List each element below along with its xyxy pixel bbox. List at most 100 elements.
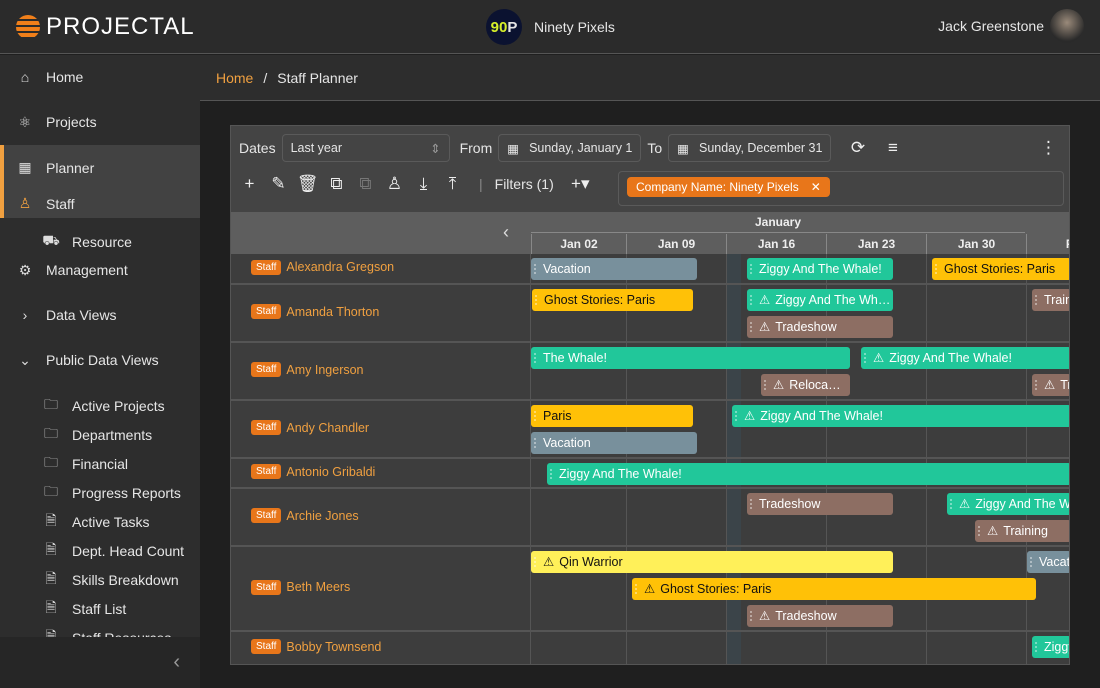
booking-bar[interactable]: ⚠ Tr	[1032, 374, 1069, 396]
staff-row: Staff Amanda Thorton Ghost Stories: Paris ⚠…	[231, 285, 1069, 343]
app-logo[interactable]: Projectal	[16, 13, 195, 41]
booking-bar[interactable]: Vacation	[531, 258, 697, 280]
sidebar-item-active-projects[interactable]: 🗀 Active Projects	[0, 391, 200, 420]
sidebar-item-planner[interactable]: ▦ Planner	[0, 145, 200, 190]
dates-select[interactable]: Last year ⇕	[281, 134, 450, 162]
booking-bar[interactable]: ⚠ Training	[975, 520, 1069, 542]
booking-bar[interactable]: ⚠ Qin Warrior	[531, 551, 893, 573]
planner-grid: ‹ January Jan 02 Jan 09 Jan 16 Jan 23 Jan 30…	[231, 212, 1070, 664]
booking-bar[interactable]: ⚠ Ziggy And The Wh	[947, 493, 1070, 515]
booking-bar[interactable]: Ghost Stories: Paris	[932, 258, 1069, 280]
booking-bar[interactable]: Ziggy And The Whale!	[747, 258, 893, 280]
sidebar-item-skills-breakdown[interactable]: 🗎 Skills Breakdown	[0, 565, 200, 594]
refresh-icon[interactable]: ⟳	[843, 138, 872, 158]
booking-bar[interactable]: Vacation	[531, 432, 697, 454]
filter-chip[interactable]: Company Name: Ninety Pixels ✕	[627, 177, 830, 197]
more-options-icon[interactable]: ⋮	[1034, 138, 1063, 158]
sidebar-item-data-views[interactable]: › Data Views	[0, 293, 200, 337]
globe-logo-icon	[16, 15, 40, 39]
sidebar-item-departments[interactable]: 🗀 Departments	[0, 420, 200, 449]
filters-label[interactable]: Filters (1)	[495, 176, 554, 192]
booking-bar[interactable]: Paris	[531, 405, 693, 427]
grid-line	[926, 285, 927, 341]
export-icon[interactable]: ⤒	[438, 174, 467, 194]
sidebar-item-label: Planner	[46, 159, 95, 176]
breadcrumb-home-link[interactable]: Home	[216, 70, 253, 86]
booking-bar[interactable]: ⚠ Ziggy And The Whale!	[732, 405, 1069, 427]
collapse-sidebar-button[interactable]: ‹	[0, 637, 200, 688]
booking-bar[interactable]: Ghost Stories: Paris	[532, 289, 693, 311]
sidebar-item-public-data-views[interactable]: ⌄ Public Data Views	[0, 338, 200, 382]
from-date-field[interactable]: ▦ Sunday, January 1	[498, 134, 642, 162]
paste-icon: ⧉	[359, 174, 372, 193]
booking-label: Ziggy And The Wh	[975, 497, 1070, 511]
sidebar-item-dept-head-count[interactable]: 🗎 Dept. Head Count	[0, 536, 200, 565]
staff-row: Staff Andy Chandler Paris ⚠ Ziggy And The Wh…	[231, 401, 1069, 459]
staff-name[interactable]: Staff Archie Jones	[251, 508, 359, 523]
filter-bar[interactable]: Company Name: Ninety Pixels ✕	[618, 171, 1064, 206]
staff-name[interactable]: Staff Alexandra Gregson	[251, 259, 394, 275]
week-label: Jan 16	[726, 234, 826, 254]
booking-bar[interactable]: Tradeshow	[747, 493, 893, 515]
staff-name[interactable]: Staff Amy Ingerson	[251, 362, 364, 377]
booking-bar[interactable]: Vacat	[1027, 551, 1069, 573]
staff-name-text: Andy Chandler	[286, 420, 370, 435]
booking-bar[interactable]: The Whale!	[531, 347, 850, 369]
menu-icon[interactable]: ≡	[878, 138, 907, 158]
projects-icon: ⚛	[18, 113, 32, 130]
booking-bar[interactable]: ⚠ Ghost Stories: Paris	[632, 578, 1036, 600]
booking-bar[interactable]: ⚠ Reloca…	[761, 374, 850, 396]
org-switcher[interactable]: 90 P Ninety Pixels	[486, 9, 615, 45]
sidebar-item-staff-list[interactable]: 🗎 Staff List	[0, 594, 200, 623]
to-date-field[interactable]: ▦ Sunday, December 31	[668, 134, 832, 162]
booking-label: Ziggy And The Whale!	[760, 409, 883, 423]
staff-badge: Staff	[251, 259, 282, 275]
booking-bar[interactable]: ⚠ Ziggy And The Wh…	[747, 289, 893, 311]
sidebar-item-home[interactable]: ⌂ Home	[0, 55, 200, 99]
staff-planner-panel: Dates Last year ⇕ From ▦ Sunday, January 1…	[230, 125, 1070, 665]
staff-name[interactable]: Staff Antonio Gribaldi	[251, 464, 375, 479]
sidebar-item-staff[interactable]: ♙ Staff	[0, 189, 200, 218]
delete-icon[interactable]: 🗑	[293, 174, 322, 194]
grid-line	[726, 489, 727, 545]
sidebar-item-active-tasks[interactable]: 🗎 Active Tasks	[0, 507, 200, 536]
staff-name[interactable]: Staff Amanda Thorton	[251, 304, 379, 319]
copy-icon[interactable]: ⧉	[322, 174, 351, 194]
booking-bar[interactable]: Train	[1032, 289, 1069, 311]
staff-icon[interactable]: ♙	[380, 174, 409, 194]
warning-icon: ⚠	[1044, 378, 1056, 392]
booking-bar[interactable]: ⚠ Tradeshow	[747, 316, 893, 338]
doc-icon: 🗎	[45, 598, 57, 615]
add-icon[interactable]: +	[235, 174, 264, 194]
booking-bar[interactable]: Ziggy	[1032, 636, 1069, 658]
grid-line	[726, 632, 727, 664]
sidebar-item-label: Financial	[72, 455, 129, 472]
sidebar-item-projects[interactable]: ⚛ Projects	[0, 100, 200, 144]
booking-bar[interactable]: ⚠ Tradeshow	[747, 605, 893, 627]
booking-bar[interactable]: ⚠ Ziggy And The Whale!	[861, 347, 1069, 369]
timeline-header: ‹ January Jan 02 Jan 09 Jan 16 Jan 23 Jan 30…	[231, 212, 1069, 254]
booking-label: Ziggy And The Wh…	[775, 293, 891, 307]
staff-name[interactable]: Staff Andy Chandler	[251, 420, 369, 435]
booking-label: Tr	[1060, 378, 1069, 392]
sort-arrows-icon: ⇕	[430, 141, 441, 156]
sidebar-item-management[interactable]: ⚙ Management	[0, 248, 200, 292]
warning-icon: ⚠	[759, 320, 771, 334]
sidebar-item-label: Management	[46, 262, 128, 278]
booking-label: Tradeshow	[775, 320, 837, 334]
booking-bar[interactable]: Ziggy And The Whale!	[547, 463, 1069, 485]
add-filter-icon[interactable]: +▾	[566, 174, 595, 194]
close-icon[interactable]: ✕	[811, 180, 821, 194]
staff-badge: Staff	[251, 304, 282, 319]
import-icon[interactable]: ⤓	[409, 174, 438, 194]
sidebar-item-financial[interactable]: 🗀 Financial	[0, 449, 200, 478]
chevron-left-icon[interactable]: ‹	[503, 222, 509, 243]
staff-name[interactable]: Staff Beth Meers	[251, 579, 350, 595]
sidebar-item-progress-reports[interactable]: 🗀 Progress Reports	[0, 478, 200, 507]
user-menu[interactable]: Jack Greenstone	[938, 9, 1084, 43]
edit-icon[interactable]: ✎	[264, 174, 293, 194]
booking-label: Reloca…	[789, 378, 841, 392]
staff-name[interactable]: Staff Bobby Townsend	[251, 639, 381, 654]
grid-line	[626, 632, 627, 664]
sidebar-item-label: Progress Reports	[72, 484, 181, 501]
